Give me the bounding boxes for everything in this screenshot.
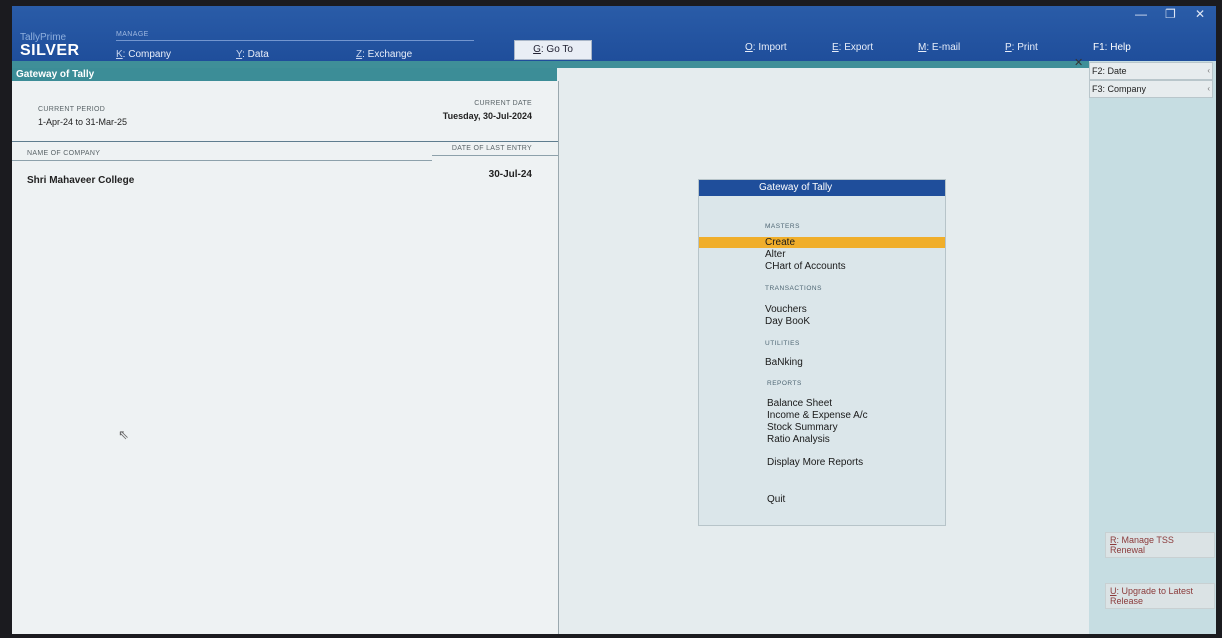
side-title-area: — ❐ ✕ F1: Help (1089, 6, 1216, 61)
import-label: : Import (752, 42, 787, 53)
vouchers-menu-item[interactable]: Vouchers (765, 304, 807, 315)
exchange-menu[interactable]: Z: Exchange (356, 49, 412, 60)
chevron-left-icon: ‹ (1207, 84, 1210, 93)
restore-icon[interactable]: ❐ (1165, 7, 1176, 21)
last-entry-column-header: DATE OF LAST ENTRY (451, 145, 532, 152)
manage-label: MANAGE (116, 31, 149, 38)
manage-divider (116, 40, 474, 41)
chevron-left-icon: ‹ (1207, 66, 1210, 75)
company-menu-label: : Company (122, 49, 172, 60)
manage-tss-label: : Manage TSS Renewal (1110, 535, 1174, 555)
import-button[interactable]: O: Import (745, 42, 787, 53)
transactions-section-label: TRANSACTIONS (765, 285, 822, 292)
alter-menu-item[interactable]: Alter (765, 249, 786, 260)
header-divider (12, 160, 432, 161)
upgrade-label: : Upgrade to Latest Release (1110, 586, 1194, 606)
gateway-menu: Gateway of Tally MASTERS Create Alter CH… (698, 179, 946, 526)
f2-date-button[interactable]: F2: Date ‹ (1089, 62, 1213, 80)
button-bar: — ❐ ✕ F1: Help F2: Date ‹ F3: Company ‹ R:… (1089, 6, 1216, 634)
manage-tss-renewal-button[interactable]: R: Manage TSS Renewal (1105, 532, 1215, 558)
export-label: : Export (838, 42, 874, 53)
export-button[interactable]: E: Export (832, 42, 873, 53)
goto-button[interactable]: G: Go To (514, 40, 592, 60)
ratio-analysis-menu-item[interactable]: Ratio Analysis (767, 434, 830, 445)
create-menu-item[interactable]: Create (765, 237, 795, 248)
company-info-panel: CURRENT PERIOD 1-Apr-24 to 31-Mar-25 CUR… (12, 81, 559, 634)
email-label: : E-mail (926, 42, 961, 53)
goto-key: G (533, 44, 541, 55)
data-menu-label: : Data (242, 49, 269, 60)
current-date-value: Tuesday, 30-Jul-2024 (442, 111, 532, 121)
utilities-section-label: UTILITIES (765, 340, 800, 347)
window-close-icon[interactable]: ✕ (1195, 7, 1205, 21)
print-button[interactable]: P: Print (1005, 42, 1038, 53)
email-button[interactable]: M: E-mail (918, 42, 960, 53)
selection-highlight (699, 237, 945, 248)
data-menu[interactable]: Y: Data (236, 49, 269, 60)
balance-sheet-menu-item[interactable]: Balance Sheet (767, 398, 832, 409)
upgrade-button[interactable]: U: Upgrade to Latest Release (1105, 583, 1215, 609)
import-key: O (745, 42, 753, 53)
f3-company-button[interactable]: F3: Company ‹ (1089, 80, 1213, 98)
top-bar: TallyPrime SILVER MANAGE K: Company Y: D… (12, 6, 1216, 61)
f3-label: F3: Company (1092, 84, 1147, 94)
help-button[interactable]: F1: Help (1093, 42, 1131, 53)
gateway-menu-title: Gateway of Tally (699, 180, 945, 196)
f2-label: F2: Date (1092, 66, 1127, 76)
minimize-icon[interactable]: — (1135, 7, 1147, 21)
help-label: : Help (1104, 42, 1131, 53)
company-menu[interactable]: K: Company (116, 49, 171, 60)
income-expense-menu-item[interactable]: Income & Expense A/c (767, 410, 868, 421)
reports-section-label: REPORTS (767, 380, 802, 387)
day-book-menu-item[interactable]: Day BooK (765, 316, 810, 327)
export-key: E (832, 42, 839, 53)
company-menu-key: K (116, 49, 123, 60)
company-column-header: NAME OF COMPANY (27, 150, 101, 157)
current-period-value: 1-Apr-24 to 31-Mar-25 (38, 117, 128, 127)
stock-summary-menu-item[interactable]: Stock Summary (767, 422, 838, 433)
goto-label: : Go To (540, 44, 573, 55)
edition-label: SILVER (20, 42, 80, 59)
exchange-menu-label: : Exchange (362, 49, 413, 60)
masters-section-label: MASTERS (765, 223, 800, 230)
gateway-title: Gateway of Tally (12, 68, 557, 81)
last-entry-date: 30-Jul-24 (488, 169, 532, 180)
quit-menu-item[interactable]: Quit (767, 494, 785, 505)
tally-window: TallyPrime SILVER MANAGE K: Company Y: D… (12, 6, 1216, 634)
mouse-pointer-icon: ⇖ (118, 427, 129, 442)
chart-of-accounts-menu-item[interactable]: CHart of Accounts (765, 261, 846, 272)
header-divider-right (432, 155, 558, 156)
period-divider (12, 141, 558, 142)
current-period-label: CURRENT PERIOD (38, 106, 106, 113)
display-more-reports-menu-item[interactable]: Display More Reports (767, 457, 863, 468)
company-name[interactable]: Shri Mahaveer College (27, 175, 134, 186)
title-strip (12, 61, 1089, 68)
print-key: P (1005, 42, 1012, 53)
help-key: F1 (1093, 42, 1105, 53)
print-label: : Print (1011, 42, 1038, 53)
current-date-label: CURRENT DATE (474, 100, 532, 107)
banking-menu-item[interactable]: BaNking (765, 357, 803, 368)
